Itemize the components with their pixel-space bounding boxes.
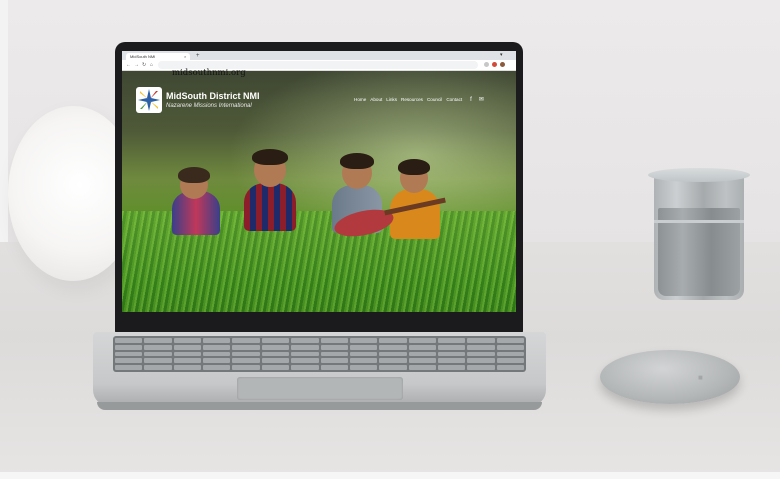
- mail-icon[interactable]: ✉: [479, 96, 484, 103]
- forward-icon[interactable]: →: [134, 61, 139, 69]
- nmi-logo-icon: [136, 87, 162, 113]
- laptop-base-edge: [97, 402, 542, 410]
- glass-ring: [654, 220, 744, 223]
- facebook-icon[interactable]: f: [470, 97, 472, 103]
- reload-icon[interactable]: ↻: [142, 61, 146, 69]
- home-icon[interactable]: ⌂: [150, 61, 153, 69]
- water-glass: [648, 168, 750, 302]
- browser-tab[interactable]: MidSouth NMI: [126, 53, 190, 60]
- new-tab-button[interactable]: +: [196, 52, 200, 60]
- glass-rim: [648, 168, 750, 182]
- window-controls-icon[interactable]: ▾: [500, 52, 503, 59]
- site-nav: Home About Links Resources Council Conta…: [354, 96, 484, 104]
- nav-links[interactable]: Links: [386, 97, 397, 102]
- laptop-keyboard: [113, 336, 526, 372]
- nav-contact[interactable]: Contact: [446, 97, 462, 102]
- url-overlay-text: midsouthnmi.org: [172, 68, 246, 78]
- profile-avatar[interactable]: [500, 62, 505, 67]
- nav-home[interactable]: Home: [354, 97, 366, 102]
- tab-title: MidSouth NMI: [130, 54, 156, 59]
- site-subtitle: Nazarene Missions International: [166, 103, 252, 109]
- back-icon[interactable]: ←: [126, 61, 131, 69]
- laptop-trackpad: [237, 377, 403, 400]
- extension-icon[interactable]: [492, 62, 497, 67]
- browser-tab-bar: MidSouth NMI × + ▾: [122, 51, 516, 60]
- bookmark-icon[interactable]: [484, 62, 489, 67]
- nav-about[interactable]: About: [370, 97, 382, 102]
- computer-mouse: [600, 350, 740, 404]
- laptop-screen: MidSouth NMI × + ▾ ← → ↻ ⌂ MidSouth Dist…: [122, 51, 516, 312]
- mouse-logo-icon: ■: [698, 373, 703, 382]
- tab-close-icon[interactable]: ×: [184, 53, 186, 60]
- bottom-band: [0, 472, 780, 479]
- nav-council[interactable]: Council: [427, 97, 442, 102]
- nav-resources[interactable]: Resources: [401, 97, 423, 102]
- site-title[interactable]: MidSouth District NMI: [166, 91, 260, 102]
